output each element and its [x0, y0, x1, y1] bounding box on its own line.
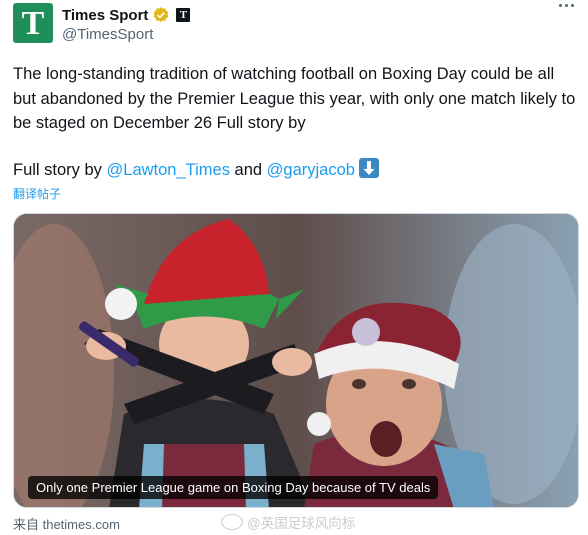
mention-lawton-times[interactable]: @Lawton_Times — [107, 161, 230, 179]
photo-fans-christmas-hats — [14, 214, 578, 507]
more-options-icon[interactable] — [559, 4, 574, 7]
tweet-text: The long-standing tradition of watching … — [13, 65, 576, 132]
verified-badge-icon — [154, 7, 169, 22]
credits-and: and — [229, 161, 267, 179]
mention-garyjacob[interactable]: @garyjacob — [267, 161, 355, 179]
translate-post-link[interactable]: 翻译帖子 — [13, 185, 61, 202]
tweet-media-image[interactable]: Only one Premier League game on Boxing D… — [13, 213, 579, 508]
author-avatar[interactable]: T — [13, 3, 53, 43]
author-name-row: Times Sport T — [62, 5, 191, 25]
affiliate-badge-icon[interactable]: T — [176, 8, 191, 22]
watermark: @英国足球风向标 — [221, 512, 355, 532]
watermark-text: @英国足球风向标 — [247, 516, 356, 531]
media-caption: Only one Premier League game on Boxing D… — [28, 476, 439, 499]
down-arrow-emoji-icon — [358, 158, 379, 178]
author-handle[interactable]: @TimesSport — [62, 26, 153, 43]
display-name[interactable]: Times Sport — [62, 7, 148, 24]
credits-prefix: Full story by — [13, 161, 107, 179]
avatar-letter: T — [21, 5, 45, 42]
weibo-logo-icon — [221, 514, 243, 530]
tweet-credits: Full story by @Lawton_Times and @garyjac… — [13, 158, 379, 182]
tweet-source-link[interactable]: 来自 thetimes.com — [13, 514, 120, 533]
